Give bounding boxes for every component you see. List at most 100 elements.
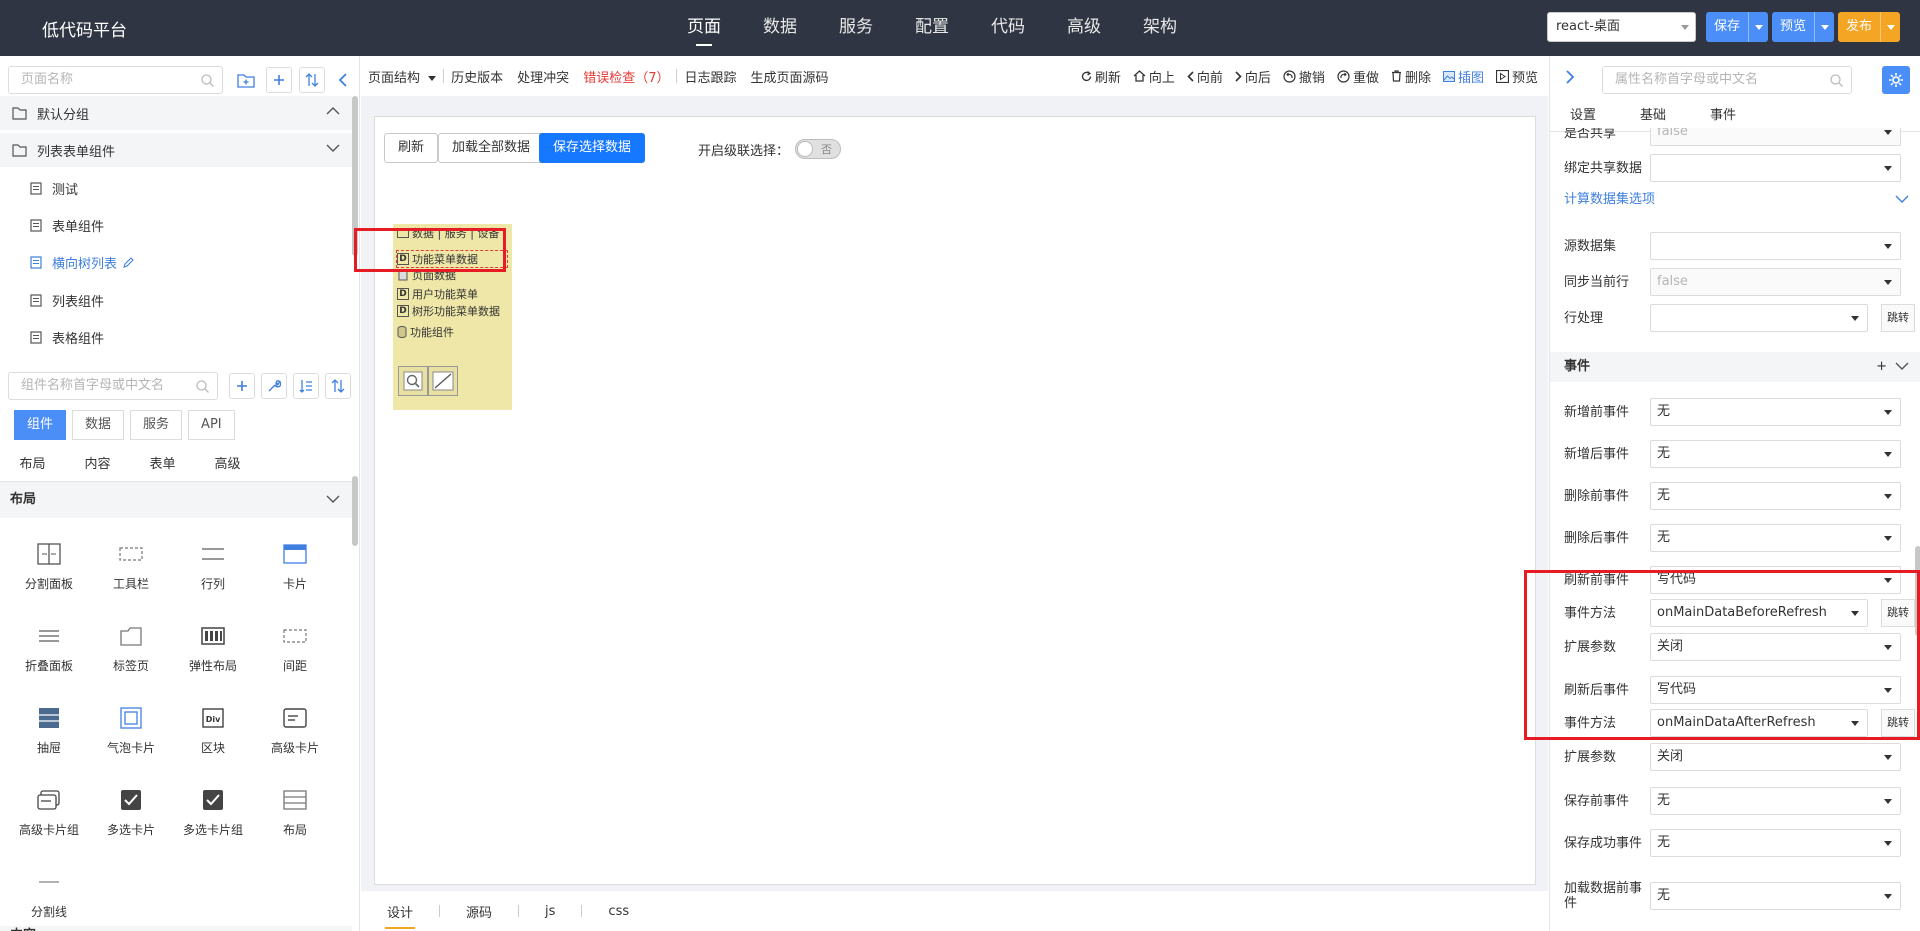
preview-button[interactable]: 预览 <box>1772 12 1814 42</box>
prop-select[interactable]: 无 <box>1650 882 1901 910</box>
calc-dataset-section[interactable]: 计算数据集选项 <box>1550 185 1920 215</box>
preview-dropdown-button[interactable] <box>1814 12 1834 42</box>
prop-select[interactable]: false <box>1650 128 1901 146</box>
sort-pages-button[interactable] <box>299 67 325 93</box>
tab-service[interactable]: 服务 <box>130 410 183 440</box>
generate-source-button[interactable]: 生成页面源码 <box>743 67 835 86</box>
tab-js[interactable]: js <box>545 904 555 919</box>
property-panel-scrollbar[interactable] <box>1915 546 1920 636</box>
nav-service[interactable]: 服务 <box>818 0 894 56</box>
prop-select[interactable]: onMainDataBeforeRefresh <box>1650 599 1868 627</box>
subtab-form[interactable]: 表单 <box>130 450 195 481</box>
property-search-input[interactable]: 属性名称首字母或中文名 <box>1602 66 1852 94</box>
collapse-sidebar-icon[interactable] <box>333 70 353 90</box>
query-component-icon[interactable] <box>398 366 428 396</box>
forward-button[interactable]: 向前 <box>1187 67 1223 86</box>
tab-components[interactable]: 组件 <box>14 410 67 440</box>
page-item-form-component[interactable]: 表单组件 <box>30 213 104 237</box>
page-item-test[interactable]: 测试 <box>30 176 78 200</box>
tab-source[interactable]: 源码 <box>466 902 492 921</box>
jump-button[interactable]: 跳转 <box>1881 304 1915 332</box>
tab-design[interactable]: 设计 <box>384 902 416 929</box>
tab-data[interactable]: 数据 <box>72 410 125 440</box>
preview-page-button[interactable]: 预览 <box>1495 67 1538 86</box>
component-advanced-card[interactable]: 高级卡片 <box>254 688 336 770</box>
jump-button[interactable]: 跳转 <box>1881 599 1915 627</box>
chevron-up-icon[interactable] <box>326 107 340 115</box>
log-trace-button[interactable]: 日志跟踪 <box>677 67 743 86</box>
cascade-toggle[interactable]: 否 <box>795 139 841 159</box>
page-item-horizontal-tree[interactable]: 横向树列表 <box>30 250 134 274</box>
chart-component-icon[interactable] <box>428 366 458 396</box>
component-collapse[interactable]: 折叠面板 <box>8 606 90 688</box>
tab-basic[interactable]: 基础 <box>1640 102 1710 131</box>
save-button[interactable]: 保存 <box>1706 12 1748 42</box>
back-button[interactable]: 向后 <box>1235 67 1271 86</box>
component-split-panel[interactable]: 分割面板 <box>8 524 90 606</box>
tab-css[interactable]: css <box>608 904 629 919</box>
chevron-down-icon[interactable] <box>1895 362 1909 370</box>
prop-select[interactable]: 写代码 <box>1650 566 1901 594</box>
chevron-down-icon[interactable] <box>326 495 340 503</box>
content-section-header[interactable]: 内容 <box>0 926 352 931</box>
group-default[interactable]: 默认分组 <box>0 96 352 130</box>
nav-architecture[interactable]: 架构 <box>1122 0 1198 56</box>
component-row-col[interactable]: 行列 <box>172 524 254 606</box>
publish-dropdown-button[interactable] <box>1880 12 1900 42</box>
page-item-list-component[interactable]: 列表组件 <box>30 288 104 312</box>
prop-select[interactable]: 关闭 <box>1650 743 1901 771</box>
tree-node-menu-data[interactable]: D 功能菜单数据 <box>397 251 478 267</box>
add-event-icon[interactable]: + <box>1876 352 1887 382</box>
prop-select[interactable]: 无 <box>1650 398 1901 426</box>
tree-node-page-data[interactable]: 页面数据 <box>397 267 456 283</box>
component-tabs[interactable]: 标签页 <box>90 606 172 688</box>
component-divider[interactable]: 分割线 <box>8 852 90 931</box>
prop-select[interactable] <box>1650 304 1868 332</box>
component-search-input[interactable]: 组件名称首字母或中文名 <box>8 372 218 400</box>
prop-select[interactable]: onMainDataAfterRefresh <box>1650 709 1868 737</box>
redo-button[interactable]: 重做 <box>1337 67 1379 86</box>
page-list-scrollbar[interactable] <box>352 96 358 256</box>
subtab-content[interactable]: 内容 <box>65 450 130 481</box>
prop-select[interactable]: false <box>1650 268 1901 296</box>
group-list-form[interactable]: 列表表单组件 <box>0 133 352 167</box>
expand-panel-icon[interactable] <box>1560 67 1580 87</box>
edit-icon[interactable] <box>123 256 134 268</box>
up-button[interactable]: 向上 <box>1133 67 1175 86</box>
tree-node-tree-menu-data[interactable]: D 树形功能菜单数据 <box>397 303 500 319</box>
prop-select[interactable]: 关闭 <box>1650 633 1901 661</box>
sort-components-button[interactable] <box>325 373 351 399</box>
tab-events[interactable]: 事件 <box>1710 102 1780 131</box>
prop-select[interactable]: 无 <box>1650 482 1901 510</box>
settings-button[interactable] <box>1882 66 1910 94</box>
save-dropdown-button[interactable] <box>1748 12 1768 42</box>
add-page-button[interactable] <box>266 67 292 93</box>
save-selected-data-button[interactable]: 保存选择数据 <box>539 133 646 163</box>
list-order-button[interactable] <box>293 373 319 399</box>
publish-button[interactable]: 发布 <box>1838 12 1880 42</box>
add-component-button[interactable] <box>229 373 255 399</box>
prop-select[interactable] <box>1650 154 1901 182</box>
prop-select[interactable]: 无 <box>1650 787 1901 815</box>
component-card[interactable]: 卡片 <box>254 524 336 606</box>
nav-data[interactable]: 数据 <box>742 0 818 56</box>
component-list-scrollbar[interactable] <box>352 476 358 546</box>
canvas-refresh-button[interactable]: 刷新 <box>384 133 439 163</box>
add-folder-icon[interactable] <box>236 70 256 90</box>
component-flex[interactable]: 弹性布局 <box>172 606 254 688</box>
delete-button[interactable]: 删除 <box>1391 67 1431 86</box>
prop-select[interactable]: 无 <box>1650 524 1901 552</box>
events-section[interactable]: 事件 + <box>1550 352 1920 382</box>
component-spacing[interactable]: 间距 <box>254 606 336 688</box>
component-bubble-card[interactable]: 气泡卡片 <box>90 688 172 770</box>
component-drawer[interactable]: 抽屉 <box>8 688 90 770</box>
design-canvas[interactable]: 刷新 加载全部数据 保存选择数据 开启级联选择： 否 数据 | 服务 | 设备 … <box>374 116 1536 885</box>
illustration-button[interactable]: 插图 <box>1442 67 1484 86</box>
resolve-conflict-button[interactable]: 处理冲突 <box>510 67 576 86</box>
error-check-button[interactable]: 错误检查（7） <box>576 67 676 86</box>
history-button[interactable]: 历史版本 <box>444 67 510 86</box>
component-checkbox-card-group[interactable]: 多选卡片组 <box>172 770 254 852</box>
chevron-down-icon[interactable] <box>1895 195 1909 203</box>
prop-select[interactable]: 无 <box>1650 440 1901 468</box>
undo-button[interactable]: 撤销 <box>1283 67 1325 86</box>
